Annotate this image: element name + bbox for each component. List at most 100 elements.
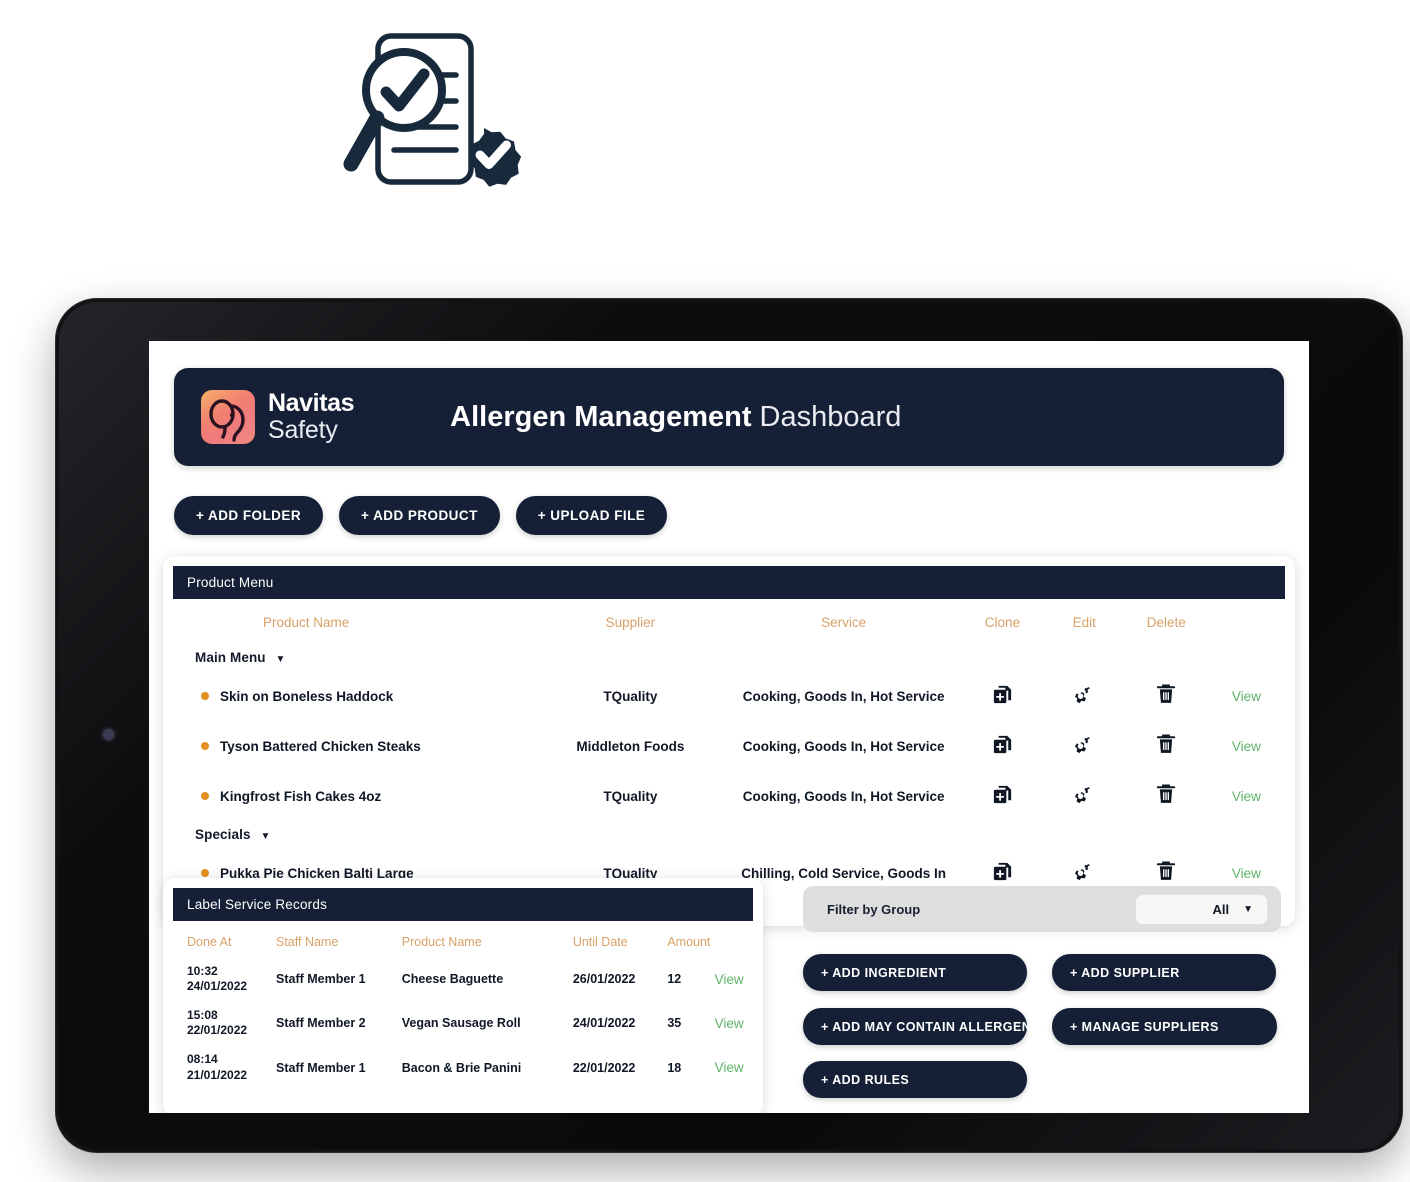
label-service-records-table: Done At Staff Name Product Name Until Da… — [173, 921, 753, 1090]
cell-product-name: Kingfrost Fish Cakes 4oz — [220, 788, 382, 804]
product-menu-panel-title: Product Menu — [173, 566, 1285, 599]
product-menu-body-rows: Main Menu ▼ Skin on Boneless Haddock TQu… — [173, 644, 1285, 898]
view-link[interactable]: View — [715, 972, 744, 987]
table-row: Kingfrost Fish Cakes 4oz TQuality Cookin… — [173, 771, 1285, 821]
status-dot-icon — [201, 791, 209, 800]
col-done-at: Done At — [187, 935, 232, 949]
label-service-records-card-wrapper: Label Service Records Done At Staff Name… — [163, 878, 763, 1113]
delete-trash-icon[interactable] — [1156, 683, 1176, 706]
cell-service: Cooking, Goods In, Hot Service — [742, 688, 945, 704]
view-link[interactable]: View — [1232, 789, 1261, 804]
record-time: 08:14 — [187, 1052, 218, 1067]
add-ingredient-button[interactable]: + ADD INGREDIENT — [803, 954, 1027, 991]
cell-supplier: TQuality — [603, 688, 658, 704]
record-product: Cheese Baguette — [401, 972, 504, 987]
edit-gears-icon[interactable] — [1071, 784, 1098, 806]
col-supplier: Supplier — [605, 615, 656, 630]
group-header-specials[interactable]: Specials ▼ — [173, 821, 1285, 848]
col-staff-name: Staff Name — [276, 935, 339, 949]
record-until: 26/01/2022 — [572, 972, 636, 987]
tablet-device: Navitas Safety Allergen Management Dashb… — [55, 298, 1403, 1153]
page-title: Allergen Management Dashboard — [450, 401, 901, 434]
elephant-logo-icon — [201, 390, 255, 444]
record-staff: Staff Member 2 — [276, 1016, 366, 1031]
clone-icon[interactable] — [991, 860, 1014, 883]
cell-service: Cooking, Goods In, Hot Service — [742, 738, 945, 754]
record-amount: 35 — [667, 1016, 682, 1031]
record-product: Bacon & Brie Panini — [401, 1060, 522, 1075]
view-link[interactable]: View — [1232, 739, 1261, 754]
add-supplier-button[interactable]: + ADD SUPPLIER — [1052, 954, 1276, 991]
document-check-magnifier-icon — [336, 22, 536, 207]
product-menu-body: Product Name Supplier Service Clone Edit… — [173, 599, 1285, 916]
toolbar: + ADD FOLDER + ADD PRODUCT + UPLOAD FILE — [174, 496, 668, 535]
allergen-dashboard-app: Navitas Safety Allergen Management Dashb… — [149, 341, 1309, 1113]
clone-icon[interactable] — [991, 733, 1014, 756]
list-item: 10:32 24/01/2022 Staff Member 1 Cheese Ba… — [173, 957, 753, 1001]
add-product-button[interactable]: + ADD PRODUCT — [339, 496, 500, 535]
page-title-bold: Allergen Management — [450, 400, 752, 433]
brand-text: Navitas Safety — [268, 391, 355, 444]
view-link[interactable]: View — [1232, 689, 1261, 704]
col-view — [715, 921, 753, 957]
record-until: 22/01/2022 — [572, 1060, 636, 1075]
table-row: Tyson Battered Chicken Steaks Middleton … — [173, 721, 1285, 771]
edit-gears-icon[interactable] — [1071, 734, 1098, 756]
delete-trash-icon[interactable] — [1156, 783, 1176, 806]
list-item: 15:08 22/01/2022 Staff Member 2 Vegan Sau… — [173, 1001, 753, 1045]
view-link[interactable]: View — [1232, 866, 1261, 881]
record-amount: 18 — [667, 1060, 682, 1075]
add-may-contain-allergens-button[interactable]: + ADD MAY CONTAIN ALLERGENS — [803, 1008, 1040, 1045]
clone-icon[interactable] — [991, 783, 1014, 806]
table-row: Skin on Boneless Haddock TQuality Cookin… — [173, 671, 1285, 721]
label-service-records-panel-title: Label Service Records — [173, 888, 753, 921]
group-header-main-menu[interactable]: Main Menu ▼ — [173, 644, 1285, 671]
record-date: 24/01/2022 — [187, 979, 248, 994]
manage-suppliers-button[interactable]: + MANAGE SUPPLIERS — [1052, 1008, 1277, 1045]
product-menu-card-wrapper: Product Menu Product Name Supplier Servi… — [163, 556, 1295, 926]
label-service-records-body: Done At Staff Name Product Name Until Da… — [173, 921, 753, 1106]
cell-supplier: Middleton Foods — [576, 738, 685, 754]
record-date: 21/01/2022 — [187, 1067, 248, 1082]
label-service-records-card: Label Service Records Done At Staff Name… — [163, 878, 763, 1113]
col-edit: Edit — [1072, 615, 1096, 630]
table-header-row: Product Name Supplier Service Clone Edit… — [173, 599, 1285, 644]
col-until-date: Until Date — [572, 935, 628, 949]
chevron-down-icon[interactable]: ▼ — [276, 654, 286, 665]
col-delete: Delete — [1146, 615, 1186, 630]
delete-trash-icon[interactable] — [1156, 733, 1176, 756]
front-camera-icon — [103, 729, 114, 740]
clone-icon[interactable] — [991, 683, 1014, 706]
view-link[interactable]: View — [715, 1016, 744, 1031]
chevron-down-icon[interactable]: ▼ — [260, 831, 270, 842]
view-link[interactable]: View — [715, 1060, 744, 1075]
add-folder-button[interactable]: + ADD FOLDER — [174, 496, 324, 535]
record-staff: Staff Member 1 — [276, 972, 366, 987]
filter-label: Filter by Group — [827, 901, 921, 917]
group-filter-select[interactable]: All ▼ — [1135, 893, 1268, 925]
table-header-row: Done At Staff Name Product Name Until Da… — [173, 921, 753, 957]
status-dot-icon — [201, 741, 209, 750]
edit-gears-icon[interactable] — [1071, 861, 1098, 883]
edit-gears-icon[interactable] — [1071, 684, 1098, 706]
add-rules-button[interactable]: + ADD RULES — [803, 1061, 1027, 1098]
status-dot-icon — [201, 691, 209, 700]
cell-service: Cooking, Goods In, Hot Service — [742, 788, 945, 804]
list-item: 08:14 21/01/2022 Staff Member 1 Bacon & B… — [173, 1045, 753, 1089]
delete-trash-icon[interactable] — [1156, 860, 1176, 883]
col-product-name: Product Name — [401, 935, 482, 949]
record-time: 15:08 — [187, 1008, 218, 1023]
col-service: Service — [821, 615, 867, 630]
record-amount: 12 — [667, 972, 682, 987]
page-title-light: Dashboard — [759, 400, 902, 433]
brand-line2: Safety — [268, 416, 338, 444]
status-dot-icon — [201, 868, 209, 877]
group-label: Specials — [195, 827, 251, 842]
record-until: 24/01/2022 — [572, 1016, 636, 1031]
group-label: Main Menu — [195, 650, 266, 665]
tablet-screen: Navitas Safety Allergen Management Dashb… — [149, 341, 1309, 1113]
label-service-records-rows: 10:32 24/01/2022 Staff Member 1 Cheese Ba… — [173, 957, 753, 1090]
record-staff: Staff Member 1 — [276, 1060, 366, 1075]
upload-file-button[interactable]: + UPLOAD FILE — [515, 496, 668, 535]
record-time: 10:32 — [187, 964, 218, 978]
